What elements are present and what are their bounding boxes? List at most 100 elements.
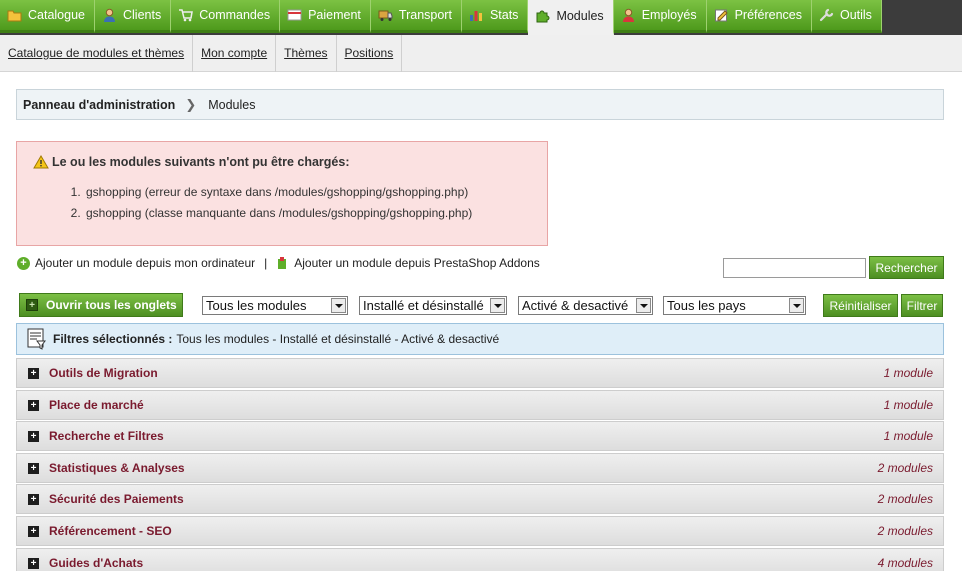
category-name: Outils de Migration xyxy=(49,366,158,380)
tab-label: Catalogue xyxy=(28,8,85,22)
category-name: Guides d'Achats xyxy=(49,556,144,570)
sub-navigation: Catalogue de modules et thèmes Mon compt… xyxy=(0,34,962,72)
country-select[interactable]: Tous les pays xyxy=(663,296,806,315)
install-select-value: Installé et désinstallé xyxy=(363,298,484,313)
tab-label: Paiement xyxy=(308,8,361,22)
category-name: Sécurité des Paiements xyxy=(49,492,184,506)
tab-label: Commandes xyxy=(199,8,271,22)
category-name: Statistiques & Analyses xyxy=(49,461,185,475)
breadcrumb-current: Modules xyxy=(208,97,256,112)
category-row[interactable]: + Statistiques & Analyses 2 modules xyxy=(16,453,944,483)
category-name: Référencement - SEO xyxy=(49,524,172,538)
error-list: gshopping (erreur de syntaxe dans /modul… xyxy=(84,185,472,227)
error-item: gshopping (erreur de syntaxe dans /modul… xyxy=(84,185,472,206)
expand-icon: + xyxy=(28,430,39,442)
user-icon xyxy=(102,8,117,22)
tab-label: Outils xyxy=(839,8,872,22)
tab-commandes[interactable]: Commandes xyxy=(171,0,281,33)
payment-icon xyxy=(287,8,302,22)
tab-transport[interactable]: Transport xyxy=(370,0,462,33)
category-name: Place de marché xyxy=(49,398,144,412)
cart-icon xyxy=(178,8,194,22)
open-all-label: Ouvrir tous les onglets xyxy=(46,298,177,312)
separator: | xyxy=(264,256,268,270)
tab-clients[interactable]: Clients xyxy=(95,0,172,33)
error-item: gshopping (classe manquante dans /module… xyxy=(84,206,472,227)
filter-list-icon xyxy=(27,328,46,350)
category-row[interactable]: + Outils de Migration 1 module xyxy=(16,358,944,388)
subnav-themes[interactable]: Thèmes xyxy=(276,34,337,72)
breadcrumb: Panneau d'administration ❯ Modules xyxy=(16,89,944,120)
tab-label: Employés xyxy=(641,8,697,22)
chevron-down-icon xyxy=(789,298,804,313)
category-count: 2 modules xyxy=(877,461,933,475)
tab-preferences[interactable]: Préférences xyxy=(706,0,812,33)
category-count: 2 modules xyxy=(877,492,933,506)
category-count: 2 modules xyxy=(877,524,933,538)
tab-catalogue[interactable]: Catalogue xyxy=(0,0,95,33)
expand-icon: + xyxy=(28,525,39,537)
category-row[interactable]: + Recherche et Filtres 1 module xyxy=(16,421,944,451)
subnav-positions[interactable]: Positions xyxy=(337,34,403,72)
category-row[interactable]: + Place de marché 1 module xyxy=(16,390,944,420)
category-row[interactable]: + Guides d'Achats 4 modules xyxy=(16,548,944,571)
add-circle-icon: + xyxy=(17,256,30,270)
breadcrumb-home[interactable]: Panneau d'administration xyxy=(23,98,175,112)
tab-stats[interactable]: Stats xyxy=(461,0,529,33)
status-select[interactable]: Activé & desactivé xyxy=(518,296,653,315)
category-count: 1 module xyxy=(883,366,933,380)
category-count: 1 module xyxy=(883,429,933,443)
add-from-computer-link[interactable]: Ajouter un module depuis mon ordinateur xyxy=(35,256,255,270)
status-select-value: Activé & desactivé xyxy=(522,298,629,313)
tab-paiement[interactable]: Paiement xyxy=(280,0,371,33)
modules-select[interactable]: Tous les modules xyxy=(202,296,348,315)
chevron-right-icon: ❯ xyxy=(185,96,197,112)
expand-icon: + xyxy=(28,557,39,569)
truck-icon xyxy=(378,8,393,22)
plus-square-icon: + xyxy=(26,299,38,311)
tab-label: Modules xyxy=(556,9,604,23)
selected-filters-value: Tous les modules - Installé et désinstal… xyxy=(176,332,500,346)
open-all-tabs-button[interactable]: + Ouvrir tous les onglets xyxy=(19,293,183,317)
error-box: Le ou les modules suivants n'ont pu être… xyxy=(16,141,548,246)
category-row[interactable]: + Référencement - SEO 2 modules xyxy=(16,516,944,546)
search-input[interactable] xyxy=(723,258,866,278)
search-button[interactable]: Rechercher xyxy=(869,256,944,279)
filter-button[interactable]: Filtrer xyxy=(901,294,943,317)
chevron-down-icon xyxy=(331,298,346,313)
country-select-value: Tous les pays xyxy=(667,298,746,313)
tab-label: Stats xyxy=(489,8,519,22)
chevron-down-icon xyxy=(636,298,651,313)
error-title-text: Le ou les modules suivants n'ont pu être… xyxy=(52,155,350,169)
chevron-down-icon xyxy=(490,298,505,313)
modules-select-value: Tous les modules xyxy=(206,298,307,313)
chart-icon xyxy=(469,8,484,22)
install-select[interactable]: Installé et désinstallé xyxy=(359,296,507,315)
add-from-addons-link[interactable]: Ajouter un module depuis PrestaShop Addo… xyxy=(294,256,540,270)
category-row[interactable]: + Sécurité des Paiements 2 modules xyxy=(16,484,944,514)
expand-icon: + xyxy=(28,493,39,505)
top-navigation: Catalogue Clients Commandes Paiement Tra… xyxy=(0,0,962,35)
preferences-icon xyxy=(714,8,729,22)
expand-icon: + xyxy=(28,399,39,411)
subnav-catalogue-modules[interactable]: Catalogue de modules et thèmes xyxy=(0,34,194,72)
selected-filters-bar: Filtres sélectionnés : Tous les modules … xyxy=(16,323,944,355)
category-count: 1 module xyxy=(883,398,933,412)
subnav-mon-compte[interactable]: Mon compte xyxy=(193,34,277,72)
tab-modules[interactable]: Modules xyxy=(528,0,614,35)
expand-icon: + xyxy=(28,367,39,379)
addons-icon xyxy=(278,256,287,269)
warning-icon xyxy=(33,155,49,169)
tab-outils[interactable]: Outils xyxy=(811,0,882,33)
selected-filters-label: Filtres sélectionnés : xyxy=(53,332,173,346)
tab-label: Préférences xyxy=(734,8,802,22)
error-title: Le ou les modules suivants n'ont pu être… xyxy=(33,155,349,169)
puzzle-icon xyxy=(535,9,550,23)
tools-icon xyxy=(819,8,834,22)
reset-button[interactable]: Réinitialiser xyxy=(823,294,898,317)
category-count: 4 modules xyxy=(877,556,933,570)
tab-employes[interactable]: Employés xyxy=(613,0,707,33)
tab-label: Clients xyxy=(123,8,162,22)
add-module-row: + Ajouter un module depuis mon ordinateu… xyxy=(17,256,540,270)
expand-icon: + xyxy=(28,462,39,474)
